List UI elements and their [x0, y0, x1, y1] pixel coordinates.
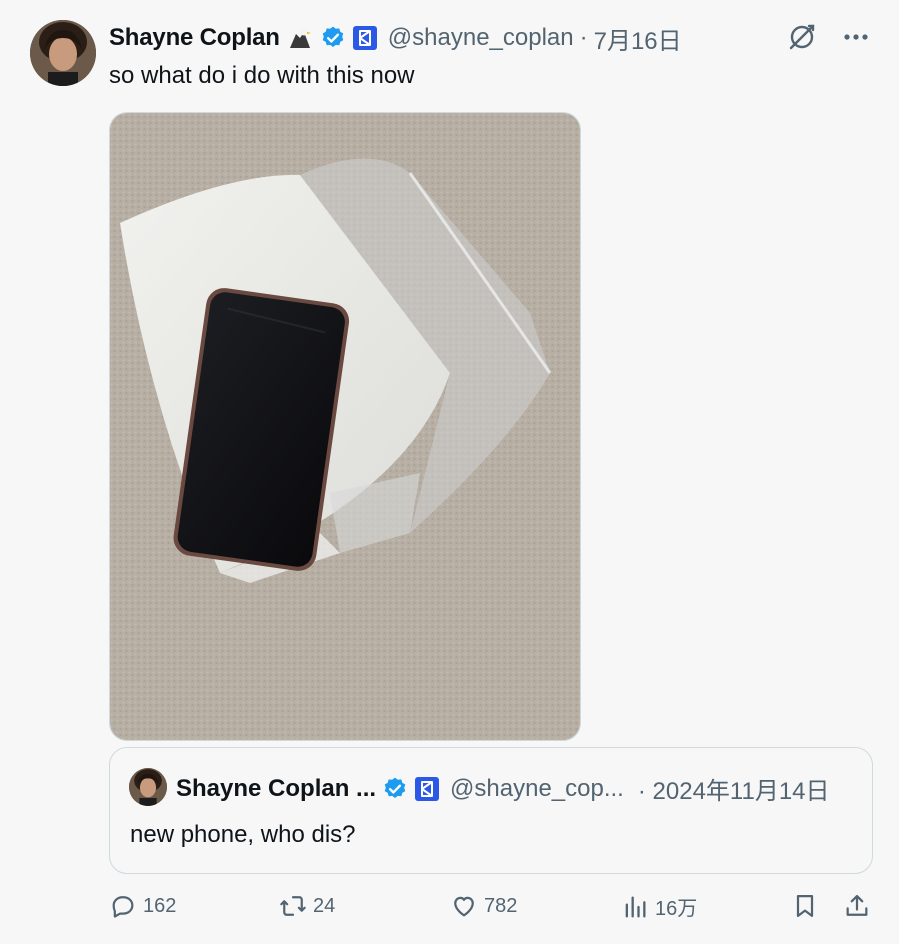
quoted-avatar[interactable]	[129, 768, 167, 806]
separator-dot: ·	[637, 778, 646, 805]
reply-count: 162	[143, 894, 177, 917]
quoted-date-value: 2024年11月14日	[652, 778, 830, 805]
quoted-handle: @shayne_cop...	[450, 774, 624, 802]
more-icon[interactable]	[841, 22, 871, 52]
phone-photo-image	[110, 113, 580, 740]
views-button[interactable]: 16万	[621, 892, 697, 921]
tweet-date[interactable]: 7月16日	[594, 21, 682, 56]
separator-dot: ·	[579, 24, 588, 51]
quoted-author-name: Shayne Coplan ...	[176, 774, 377, 802]
affiliate-badge-icon	[414, 776, 440, 802]
share-button[interactable]	[843, 892, 871, 920]
reply-icon	[112, 896, 134, 918]
affiliate-badge-icon[interactable]	[352, 25, 378, 51]
quoted-date: · 2024年11月14日	[638, 771, 830, 806]
heart-icon	[454, 896, 474, 917]
verified-badge-icon[interactable]	[320, 25, 346, 51]
repost-button[interactable]: 24	[279, 892, 335, 920]
tweet-top-actions	[787, 22, 871, 52]
quoted-tweet[interactable]: Shayne Coplan ... @shayne_cop... · 2024年…	[109, 747, 873, 874]
author-handle[interactable]: @shayne_coplan	[388, 24, 574, 52]
author-name[interactable]: Shayne Coplan	[109, 24, 280, 52]
bookmark-button[interactable]	[791, 892, 819, 920]
action-bar: 162 24 782 16万	[109, 892, 873, 928]
avatar[interactable]	[30, 20, 96, 86]
tweet-photo[interactable]	[109, 112, 581, 741]
quoted-header: Shayne Coplan ... @shayne_cop... · 2024年…	[176, 771, 830, 806]
reply-button[interactable]: 162	[109, 892, 176, 920]
repost-count: 24	[313, 894, 336, 917]
views-icon	[625, 896, 646, 917]
share-icon	[846, 894, 868, 916]
tweet-header: Shayne Coplan @shayne_coplan · 7月16日	[109, 21, 682, 56]
grok-icon[interactable]	[787, 22, 817, 52]
views-count: 16万	[655, 898, 698, 920]
like-button[interactable]: 782	[450, 892, 517, 920]
repost-icon	[280, 896, 306, 916]
quoted-text: new phone, who dis?	[130, 821, 356, 848]
like-count: 782	[484, 894, 518, 917]
bookmark-icon	[796, 894, 814, 918]
eagle-icon	[286, 24, 314, 52]
tweet-text: so what do i do with this now	[109, 62, 415, 89]
verified-badge-icon	[382, 776, 408, 802]
